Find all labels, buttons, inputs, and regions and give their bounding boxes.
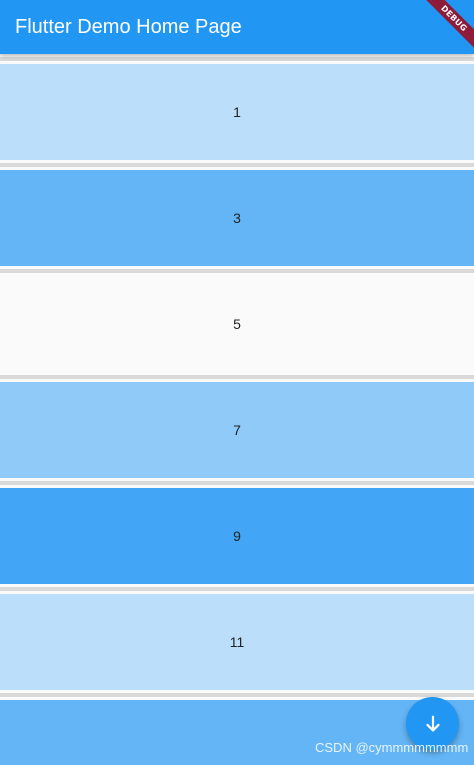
list-item-label: 9 bbox=[233, 528, 241, 544]
list-item[interactable] bbox=[0, 700, 474, 765]
list-item[interactable]: 9 bbox=[0, 488, 474, 584]
list-item[interactable]: 1 bbox=[0, 64, 474, 160]
scroll-list[interactable]: 1 3 5 7 9 11 bbox=[0, 54, 474, 765]
list-item[interactable]: 11 bbox=[0, 594, 474, 690]
arrow-downward-icon bbox=[425, 715, 440, 732]
list-item[interactable]: 3 bbox=[0, 170, 474, 266]
list-divider bbox=[0, 57, 474, 61]
list-divider bbox=[0, 375, 474, 379]
list-item-label: 7 bbox=[233, 422, 241, 438]
list-divider bbox=[0, 587, 474, 591]
list-divider bbox=[0, 693, 474, 697]
watermark-text: CSDN @cymmmmmmmm bbox=[315, 740, 469, 755]
list-item-label: 11 bbox=[229, 634, 245, 650]
debug-banner: DEBUG bbox=[414, 0, 474, 60]
list-item[interactable]: 7 bbox=[0, 382, 474, 478]
list-item-label: 1 bbox=[233, 104, 241, 120]
debug-ribbon-label: DEBUG bbox=[417, 0, 474, 55]
list-item-label: 5 bbox=[233, 316, 241, 332]
list-divider bbox=[0, 481, 474, 485]
app-bar-title: Flutter Demo Home Page bbox=[15, 16, 242, 38]
list-item-label: 3 bbox=[233, 210, 241, 226]
list-divider bbox=[0, 163, 474, 167]
list-divider bbox=[0, 269, 474, 273]
list-item[interactable]: 5 bbox=[0, 276, 474, 372]
app-bar: Flutter Demo Home Page bbox=[0, 0, 474, 54]
